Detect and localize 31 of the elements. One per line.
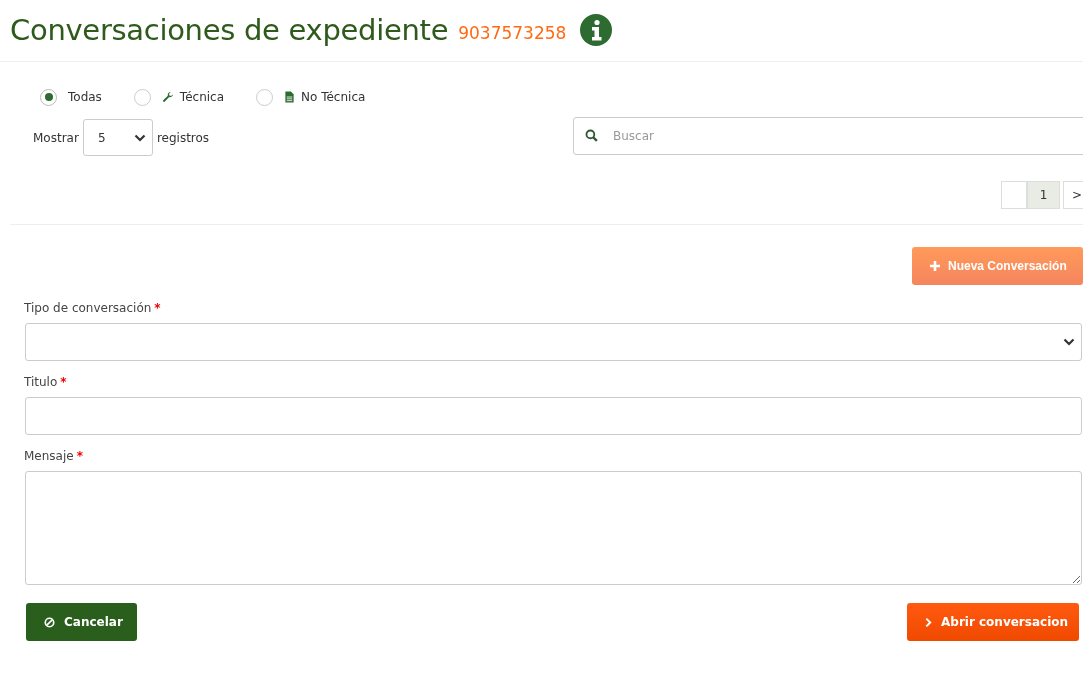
filter-radio[interactable]: Todas	[40, 86, 102, 108]
page-button[interactable]: >	[1063, 181, 1083, 209]
required-mark: *	[76, 449, 83, 463]
field-label: Titulo	[24, 375, 58, 389]
message-field[interactable]	[25, 471, 1082, 585]
page-size-select[interactable]: 5	[82, 119, 153, 156]
records-label: registros	[156, 131, 210, 145]
chevron-down-icon	[1063, 338, 1075, 346]
required-mark: *	[154, 301, 161, 315]
required-mark: *	[60, 375, 67, 389]
filter-radio[interactable]: Técnica	[133, 86, 225, 108]
wrench-icon	[161, 91, 174, 103]
plus-icon	[930, 261, 940, 271]
chevron-right-icon	[925, 616, 932, 628]
chevron-down-icon	[133, 133, 146, 142]
page-button[interactable]: 1	[1027, 181, 1060, 209]
filter-radio[interactable]: No Técnica	[256, 86, 366, 108]
field-label: Mensaje	[24, 449, 74, 463]
search-field[interactable]: Buscar	[573, 117, 1083, 155]
title-field[interactable]	[25, 397, 1082, 435]
search-icon	[585, 129, 598, 142]
page-title: Conversaciones de expediente	[10, 13, 449, 47]
record-number: 9037573258	[458, 23, 567, 43]
cancel-button[interactable]: Cancelar	[26, 603, 137, 641]
field-label: Tipo de conversación	[24, 301, 152, 315]
page-button[interactable]	[1001, 181, 1027, 209]
prohibited-icon	[44, 616, 55, 628]
info-icon[interactable]	[580, 14, 613, 46]
conversation-type-select[interactable]	[25, 323, 1082, 361]
show-label: Mostrar	[33, 131, 79, 145]
document-icon	[284, 91, 296, 103]
